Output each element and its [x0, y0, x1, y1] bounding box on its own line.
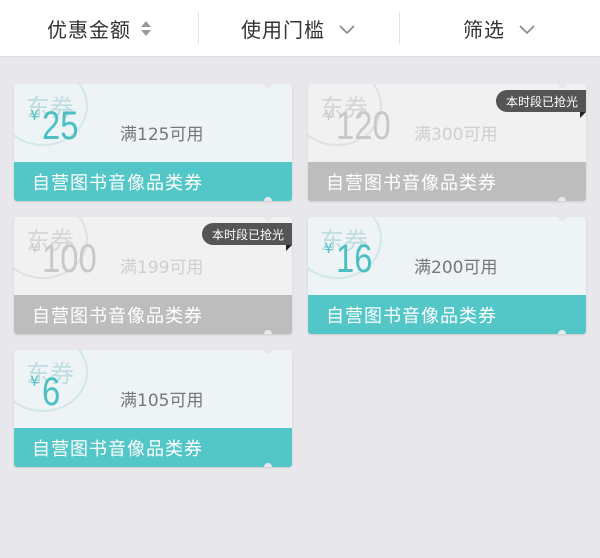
usage-threshold-dropdown[interactable]: 使用门槛	[199, 0, 399, 57]
coupon-card[interactable]: 东券 ¥ 6 满105可用 自营图书音像品类券	[14, 350, 292, 467]
chevron-down-icon	[339, 24, 355, 34]
coupon-amount: 6	[42, 370, 61, 414]
coupon-condition: 满200可用	[414, 258, 498, 278]
sort-discount-label: 优惠金额	[47, 18, 131, 42]
coupon-card[interactable]: 东券 ¥ 25 满125可用 自营图书音像品类券	[14, 84, 292, 201]
coupon-category: 自营图书音像品类券	[14, 295, 292, 334]
currency-symbol: ¥	[324, 241, 333, 257]
coupon-card[interactable]: 东券 ¥ 120 满300可用 自营图书音像品类券 本时段已抢光	[308, 84, 586, 201]
coupon-body: 东券 ¥ 6 满105可用	[14, 350, 292, 428]
coupon-category: 自营图书音像品类券	[308, 295, 586, 334]
coupon-notch	[558, 197, 566, 201]
coupon-notch	[264, 463, 272, 467]
coupon-condition: 满105可用	[120, 391, 204, 411]
filter-bar: 优惠金额 使用门槛 筛选	[0, 0, 600, 57]
chevron-down-icon	[519, 24, 535, 34]
coupon-amount: 100	[42, 237, 97, 281]
coupon-amount: 16	[336, 237, 373, 281]
sort-arrows-icon	[141, 21, 151, 36]
coupon-amount: 120	[336, 104, 391, 148]
coupon-body: 东券 ¥ 16 满200可用	[308, 217, 586, 295]
filter-label: 筛选	[463, 18, 505, 42]
sold-out-badge: 本时段已抢光	[201, 223, 292, 251]
coupon-condition: 满125可用	[120, 125, 204, 145]
coupon-body: 东券 ¥ 25 满125可用	[14, 84, 292, 162]
sold-out-badge: 本时段已抢光	[495, 90, 586, 118]
coupon-category: 自营图书音像品类券	[14, 428, 292, 467]
filter-dropdown[interactable]: 筛选	[400, 0, 600, 57]
coupon-amount: 25	[42, 104, 79, 148]
currency-symbol: ¥	[30, 108, 39, 124]
currency-symbol: ¥	[30, 241, 39, 257]
coupon-notch	[558, 330, 566, 334]
sort-discount-amount[interactable]: 优惠金额	[0, 0, 198, 57]
currency-symbol: ¥	[324, 108, 333, 124]
usage-threshold-label: 使用门槛	[241, 18, 325, 42]
currency-symbol: ¥	[30, 374, 39, 390]
coupon-condition: 满300可用	[414, 125, 498, 145]
coupon-notch	[264, 197, 272, 201]
coupon-notch	[264, 330, 272, 334]
coupon-category: 自营图书音像品类券	[308, 162, 586, 201]
coupon-card[interactable]: 东券 ¥ 16 满200可用 自营图书音像品类券	[308, 217, 586, 334]
coupon-category: 自营图书音像品类券	[14, 162, 292, 201]
coupon-card[interactable]: 东券 ¥ 100 满199可用 自营图书音像品类券 本时段已抢光	[14, 217, 292, 334]
coupon-condition: 满199可用	[120, 258, 204, 278]
